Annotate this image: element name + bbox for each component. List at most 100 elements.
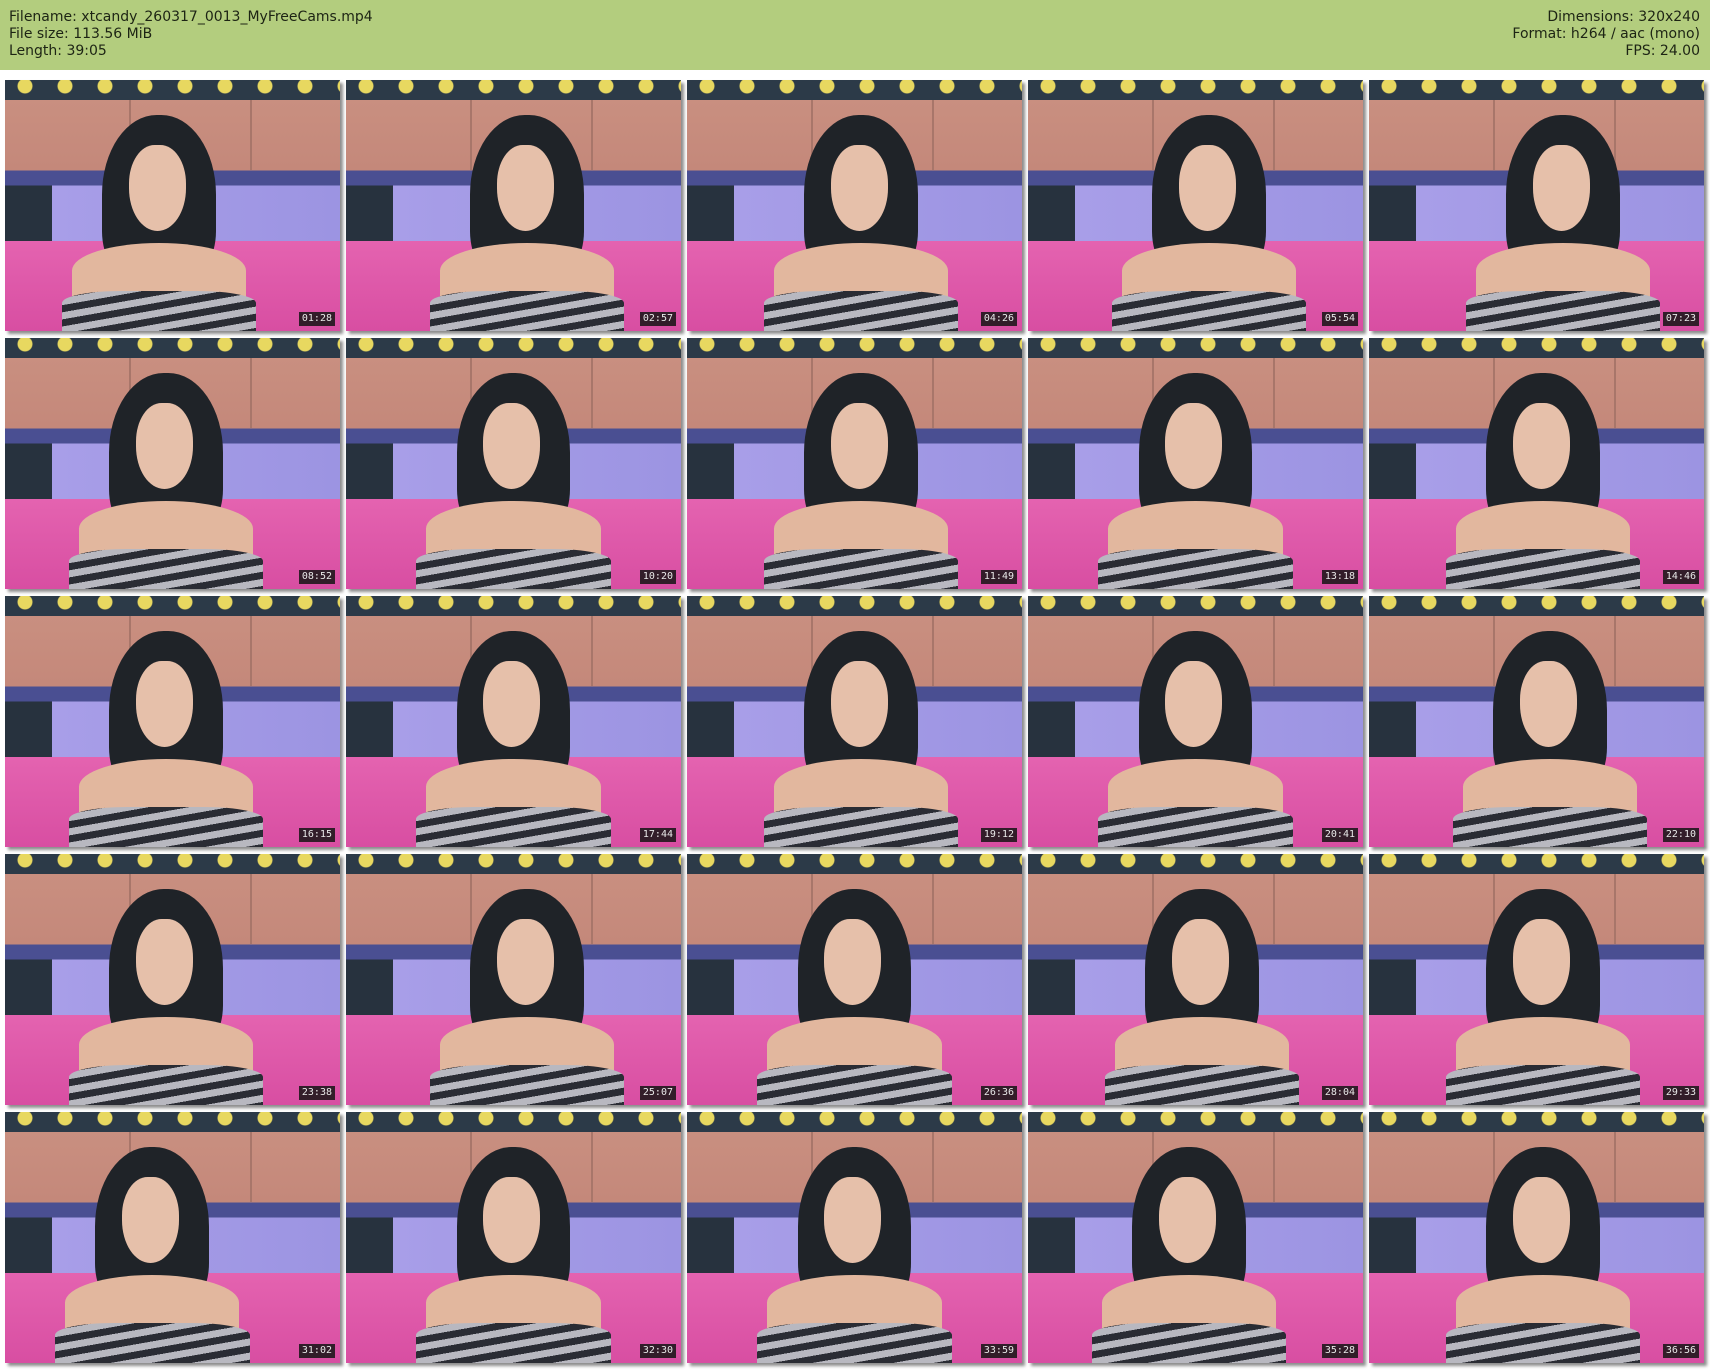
sunflower-border <box>1028 1112 1363 1133</box>
sunflower-border <box>5 80 340 101</box>
person-face <box>1165 661 1223 747</box>
person-face <box>496 145 554 231</box>
timestamp: 05:54 <box>1321 312 1358 326</box>
person-face <box>1158 1177 1216 1263</box>
timestamp: 04:26 <box>980 312 1017 326</box>
timestamp: 17:44 <box>639 828 676 842</box>
timestamp: 01:28 <box>298 312 335 326</box>
person-face <box>1513 1177 1570 1263</box>
wall-line <box>1272 1132 1275 1203</box>
timestamp: 16:15 <box>298 828 335 842</box>
video-frame-thumbnail: 32:30 <box>346 1112 681 1363</box>
person-face <box>1513 919 1570 1005</box>
striped-sweater <box>416 548 611 589</box>
striped-sweater <box>1105 1064 1300 1105</box>
striped-sweater <box>1098 548 1293 589</box>
person-face <box>483 661 541 747</box>
striped-sweater <box>429 1064 625 1105</box>
person-face <box>1178 145 1236 231</box>
person-face <box>135 919 193 1005</box>
timestamp: 25:07 <box>639 1086 676 1100</box>
wall-line <box>1613 874 1616 945</box>
video-frame-thumbnail: 01:28 <box>5 80 340 331</box>
striped-sweater <box>1466 290 1661 331</box>
wall-line <box>1272 616 1275 687</box>
sunflower-border <box>687 854 1022 875</box>
striped-sweater <box>429 290 625 331</box>
wall-line <box>931 358 934 429</box>
wall-line <box>1272 100 1275 171</box>
person-face <box>496 919 554 1005</box>
wall-line <box>931 616 934 687</box>
sunflower-border <box>687 596 1022 617</box>
person-face <box>483 403 541 489</box>
timestamp: 32:30 <box>639 1344 676 1358</box>
wall-line <box>249 616 252 687</box>
person-face <box>1513 403 1570 489</box>
striped-sweater <box>61 290 257 331</box>
striped-sweater <box>68 548 263 589</box>
sunflower-border <box>5 1112 340 1133</box>
timestamp: 33:59 <box>980 1344 1017 1358</box>
video-frame-thumbnail: 25:07 <box>346 854 681 1105</box>
wall-line <box>249 1132 252 1203</box>
sunflower-border <box>1028 596 1363 617</box>
timestamp: 11:49 <box>980 570 1017 584</box>
striped-sweater <box>1446 548 1641 589</box>
timestamp: 26:36 <box>980 1086 1017 1100</box>
wall-line <box>1272 874 1275 945</box>
wall-line <box>931 100 934 171</box>
video-frame-thumbnail: 28:04 <box>1028 854 1363 1105</box>
video-frame-thumbnail: 08:52 <box>5 338 340 589</box>
person-face <box>135 403 193 489</box>
video-frame-thumbnail: 35:28 <box>1028 1112 1363 1363</box>
timestamp: 31:02 <box>298 1344 335 1358</box>
striped-sweater <box>55 1322 250 1363</box>
sunflower-border <box>5 854 340 875</box>
video-frame-thumbnail: 20:41 <box>1028 596 1363 847</box>
person-face <box>1519 661 1577 747</box>
timestamp: 02:57 <box>639 312 676 326</box>
sunflower-border <box>346 854 681 875</box>
sunflower-border <box>1028 338 1363 359</box>
person-face <box>831 661 888 747</box>
person-face <box>824 919 882 1005</box>
timestamp: 08:52 <box>298 570 335 584</box>
timestamp: 23:38 <box>298 1086 335 1100</box>
video-frame-thumbnail: 13:18 <box>1028 338 1363 589</box>
striped-sweater <box>68 806 263 847</box>
timestamp: 22:10 <box>1662 828 1699 842</box>
striped-sweater <box>764 290 959 331</box>
sunflower-border <box>1369 80 1704 101</box>
striped-sweater <box>757 1322 952 1363</box>
video-frame-thumbnail: 36:56 <box>1369 1112 1704 1363</box>
person-face <box>135 661 193 747</box>
wall-line <box>1151 100 1154 171</box>
wall-line <box>590 616 593 687</box>
timestamp: 14:46 <box>1662 570 1699 584</box>
person-face <box>128 145 186 231</box>
file-info-left: Filename: xtcandy_260317_0013_MyFreeCams… <box>9 9 373 60</box>
striped-sweater <box>757 1064 952 1105</box>
striped-sweater <box>68 1064 263 1105</box>
wall-line <box>1272 358 1275 429</box>
timestamp: 29:33 <box>1662 1086 1699 1100</box>
video-frame-thumbnail: 33:59 <box>687 1112 1022 1363</box>
sunflower-border <box>5 596 340 617</box>
video-frame-thumbnail: 07:23 <box>1369 80 1704 331</box>
video-frame-thumbnail: 26:36 <box>687 854 1022 1105</box>
striped-sweater <box>1446 1322 1641 1363</box>
sunflower-border <box>1369 854 1704 875</box>
video-frame-thumbnail: 23:38 <box>5 854 340 1105</box>
sunflower-border <box>687 80 1022 101</box>
format: Format: h264 / aac (mono) <box>1512 26 1700 42</box>
striped-sweater <box>1091 1322 1286 1363</box>
timestamp: 07:23 <box>1662 312 1699 326</box>
sunflower-border <box>1369 596 1704 617</box>
wall-line <box>590 1132 593 1203</box>
person-face <box>122 1177 180 1263</box>
timestamp: 10:20 <box>639 570 676 584</box>
striped-sweater <box>1452 806 1648 847</box>
wall-line <box>590 358 593 429</box>
video-frame-thumbnail: 31:02 <box>5 1112 340 1363</box>
